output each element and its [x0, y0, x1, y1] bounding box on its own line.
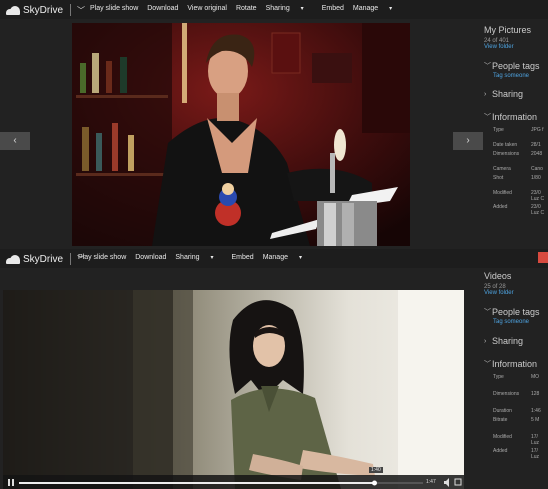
volume-button[interactable]	[444, 478, 449, 487]
property-row: Type JPG f	[493, 127, 544, 133]
play-slide-show-button[interactable]: Play slide show	[90, 5, 138, 12]
photo-viewer: SkyDrive ﹀ Play slide show Download View…	[0, 0, 548, 247]
property-row: Type MO	[493, 374, 540, 380]
property-row: Duration 1:46	[493, 408, 541, 414]
rotate-button[interactable]: Rotate	[236, 5, 257, 12]
people-tags-section-toggle[interactable]: ﹀ People tags	[484, 61, 548, 71]
album-title: Videos	[484, 271, 512, 281]
manage-menu[interactable]: Manage ▾	[353, 5, 401, 12]
property-row: Dimensions 128	[493, 391, 540, 397]
video-properties: Type MO Dimensions 128 Duration 1:46 Bitrat…	[493, 374, 548, 460]
video-viewer: SkyDrive ﹀ Play slide show Download Shar…	[0, 247, 548, 489]
manage-menu[interactable]: Manage ▾	[263, 254, 311, 261]
chevron-down-icon: ﹀	[484, 361, 491, 368]
sharing-section-toggle[interactable]: › Sharing	[484, 89, 548, 99]
photo-properties: Type JPG f Date taken 28/1 Dimensions 2048 …	[493, 127, 548, 216]
photo-command-bar: Play slide show Download View original R…	[90, 5, 410, 12]
sharing-menu[interactable]: Sharing ▾	[266, 5, 313, 12]
chevron-down-icon: ▾	[300, 6, 304, 12]
skydrive-brand[interactable]: SkyDrive ﹀	[6, 3, 85, 17]
property-row: Dimensions 2048	[493, 151, 543, 157]
previous-photo-button[interactable]: ‹	[0, 132, 30, 150]
view-folder-link[interactable]: View folder	[484, 290, 548, 296]
property-row: Shot 1/80	[493, 175, 541, 181]
property-row: Date taken 28/1	[493, 142, 541, 148]
brand-name: SkyDrive	[23, 4, 64, 16]
information-section-toggle[interactable]: ﹀ Information	[484, 112, 548, 122]
property-row: Luz C	[531, 210, 545, 216]
tag-someone-link[interactable]: Tag someone	[493, 319, 548, 325]
video-controls-bar: 1:40 1:47	[3, 467, 464, 489]
video-controls	[8, 478, 462, 487]
chevron-right-icon: ›	[466, 135, 470, 146]
skydrive-brand[interactable]: SkyDrive ﹀	[6, 252, 85, 266]
tag-someone-link[interactable]: Tag someone	[493, 73, 548, 79]
next-photo-button[interactable]: ›	[453, 132, 483, 150]
chevron-down-icon: ▾	[389, 6, 393, 12]
embed-button[interactable]: Embed	[322, 5, 344, 12]
sharing-section-toggle[interactable]: › Sharing	[484, 336, 548, 346]
video-player[interactable]: 1:40 1:47	[3, 290, 464, 489]
chevron-left-icon: ‹	[13, 135, 17, 146]
seek-time-tooltip: 1:40	[369, 467, 383, 473]
chevron-right-icon: ›	[484, 337, 487, 345]
video-duration: 1:47	[426, 479, 436, 485]
cloud-logo-icon	[6, 5, 20, 15]
chevron-down-icon: ﹀	[484, 114, 491, 121]
view-folder-link[interactable]: View folder	[484, 44, 548, 50]
top-bar: SkyDrive ﹀ Play slide show Download View…	[0, 0, 548, 19]
pause-button[interactable]	[8, 479, 14, 486]
play-slide-show-button[interactable]: Play slide show	[78, 254, 126, 261]
seek-bar-fill	[19, 482, 375, 484]
chevron-down-icon: ﹀	[484, 309, 491, 316]
seek-handle[interactable]	[372, 480, 377, 486]
property-row: Luz C	[531, 196, 545, 202]
speaker-icon	[444, 478, 449, 487]
chevron-down-icon: ﹀	[484, 63, 491, 70]
property-row: Luz	[531, 454, 540, 460]
cloud-logo-icon	[6, 254, 20, 264]
photo-display[interactable]	[72, 23, 410, 246]
chevron-right-icon: ›	[484, 90, 487, 98]
brand-corner-tile	[538, 252, 548, 263]
property-row: Camera Cano	[493, 166, 543, 172]
pause-icon	[8, 479, 10, 486]
sharing-menu[interactable]: Sharing ▾	[175, 254, 222, 261]
video-info-panel: Videos 25 of 28 View folder ﹀ People tags…	[484, 271, 548, 460]
download-button[interactable]: Download	[147, 5, 178, 12]
embed-button[interactable]: Embed	[232, 254, 254, 261]
people-tags-section-toggle[interactable]: ﹀ People tags	[484, 307, 548, 317]
view-original-button[interactable]: View original	[187, 5, 227, 12]
download-button[interactable]: Download	[135, 254, 166, 261]
information-section-toggle[interactable]: ﹀ Information	[484, 359, 548, 369]
property-row: Luz	[531, 440, 540, 446]
top-bar: SkyDrive ﹀ Play slide show Download Shar…	[0, 249, 548, 268]
video-command-bar: Play slide show Download Sharing ▾ Embed…	[78, 254, 320, 261]
fullscreen-button[interactable]	[454, 478, 462, 486]
chevron-down-icon: ▾	[298, 255, 302, 261]
video-frame	[3, 290, 464, 489]
fullscreen-icon	[454, 478, 462, 486]
photo-image	[72, 23, 410, 246]
brand-name: SkyDrive	[23, 253, 64, 265]
album-title: My Pictures	[484, 25, 532, 35]
chevron-down-icon[interactable]: ﹀	[77, 5, 85, 16]
chevron-down-icon: ▾	[210, 255, 214, 261]
photo-info-panel: My Pictures 24 of 401 View folder ﹀ Peopl…	[484, 25, 548, 216]
property-row: Bitrate 5 M	[493, 417, 540, 423]
